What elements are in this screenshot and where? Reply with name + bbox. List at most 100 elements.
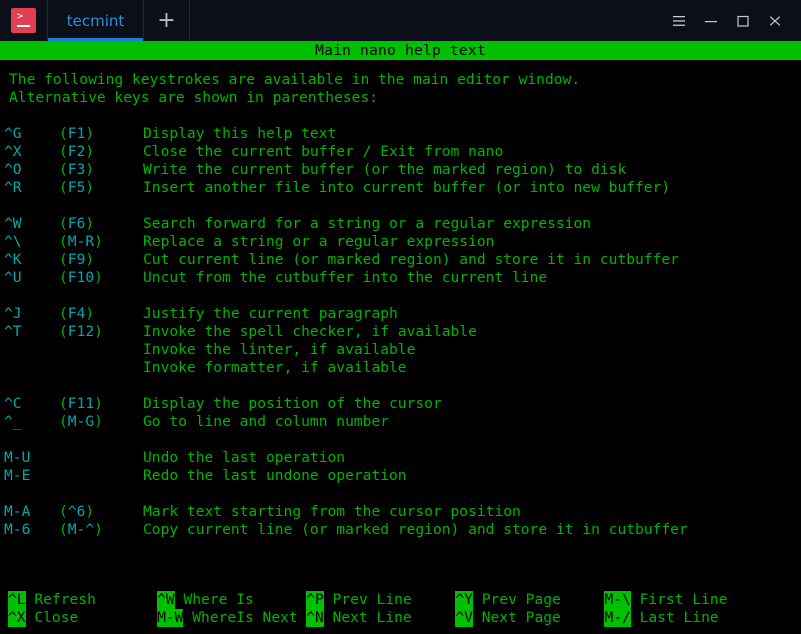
shortcut-item[interactable]: ^W Where Is xyxy=(157,591,254,609)
keystroke-alt-inner: F12 xyxy=(68,323,94,340)
keystroke-row: ^W(F6)Search forward for a string or a r… xyxy=(4,215,801,233)
keystroke-description: Display the position of the cursor xyxy=(143,395,442,413)
app-icon-cell: > xyxy=(0,0,48,41)
spacer xyxy=(4,431,801,449)
shortcut-label: First Line xyxy=(631,591,728,609)
keystroke-alt: (M-^) xyxy=(59,521,143,539)
keystroke-key: ^R xyxy=(4,179,59,197)
keystroke-row: ^_(M-G)Go to line and column number xyxy=(4,413,801,431)
keystroke-row: Invoke the linter, if available xyxy=(4,341,801,359)
keystroke-description: Invoke formatter, if available xyxy=(143,359,407,377)
spacer xyxy=(4,197,801,215)
shortcut-item[interactable]: M-W WhereIs Next xyxy=(157,609,298,627)
shortcut-item[interactable]: M-/ Last Line xyxy=(604,609,718,627)
keystroke-row: ^G(F1)Display this help text xyxy=(4,125,801,143)
menu-button[interactable] xyxy=(665,7,693,35)
keystroke-alt-inner: M-R xyxy=(68,233,94,250)
keystroke-alt-inner: M-^ xyxy=(68,521,94,538)
keystroke-key: ^\ xyxy=(4,233,59,251)
keystroke-alt-inner: F5 xyxy=(68,179,86,196)
keystroke-alt: (M-R) xyxy=(59,233,143,251)
shortcut-item[interactable]: ^Y Prev Page xyxy=(455,591,560,609)
shortcut-label: Prev Line xyxy=(324,591,412,609)
keystroke-description: Uncut from the cutbuffer into the curren… xyxy=(143,269,547,287)
keystroke-alt-inner: F2 xyxy=(68,143,86,160)
shortcut-item[interactable]: ^X Close xyxy=(8,609,78,627)
keystroke-alt: (F2) xyxy=(59,143,143,161)
shortcut-label: Where Is xyxy=(175,591,254,609)
keystroke-key: ^J xyxy=(4,305,59,323)
shortcut-item[interactable]: ^V Next Page xyxy=(455,609,560,627)
shortcut-label: Next Page xyxy=(473,609,561,627)
spacer xyxy=(4,107,801,125)
keystroke-description: Copy current line (or marked region) and… xyxy=(143,521,688,539)
shortcut-label: Refresh xyxy=(26,591,96,609)
titlebar-spacer xyxy=(190,0,665,41)
window-titlebar: > tecmint + xyxy=(0,0,801,41)
shortcut-key: ^N xyxy=(306,609,324,627)
shortcut-row: ^L Refresh ^W Where Is ^P Prev Line ^Y Prev… xyxy=(4,591,801,609)
keystroke-description: Go to line and column number xyxy=(143,413,389,431)
nano-title-bar: Main nano help text xyxy=(0,41,801,60)
keystroke-key: ^W xyxy=(4,215,59,233)
keystroke-key: ^K xyxy=(4,251,59,269)
spacer xyxy=(4,377,801,395)
keystroke-row: ^U(F10)Uncut from the cutbuffer into the… xyxy=(4,269,801,287)
keystroke-alt: (^6) xyxy=(59,503,143,521)
nano-shortcut-bar: ^L Refresh ^W Where Is ^P Prev Line ^Y Prev… xyxy=(0,591,801,634)
keystroke-alt: (F12) xyxy=(59,323,143,341)
keystroke-row: ^\(M-R)Replace a string or a regular exp… xyxy=(4,233,801,251)
keystroke-alt-inner: F1 xyxy=(68,125,86,142)
minimize-button[interactable] xyxy=(697,7,725,35)
shortcut-item[interactable]: M-\ First Line xyxy=(604,591,727,609)
keystroke-key: ^C xyxy=(4,395,59,413)
shortcut-key: M-\ xyxy=(604,591,630,609)
shortcut-key: M-/ xyxy=(604,609,630,627)
intro-line: The following keystrokes are available i… xyxy=(4,71,801,89)
shortcut-label: WhereIs Next xyxy=(183,609,297,627)
new-tab-button[interactable]: + xyxy=(144,0,190,41)
shortcut-key: ^V xyxy=(455,609,473,627)
spacer xyxy=(4,287,801,305)
keystroke-row: ^J(F4)Justify the current paragraph xyxy=(4,305,801,323)
tab-tecmint[interactable]: tecmint xyxy=(48,0,144,41)
keystroke-key: M-E xyxy=(4,467,59,485)
keystroke-description: Display this help text xyxy=(143,125,336,143)
keystroke-row: ^T(F12)Invoke the spell checker, if avai… xyxy=(4,323,801,341)
keystroke-description: Cut current line (or marked region) and … xyxy=(143,251,679,269)
maximize-button[interactable] xyxy=(729,7,757,35)
keystroke-groups: ^G(F1)Display this help text^X(F2)Close … xyxy=(4,125,801,539)
prompt-chevron-icon: > xyxy=(17,13,25,21)
keystroke-description: Search forward for a string or a regular… xyxy=(143,215,591,233)
keystroke-row: M-6(M-^)Copy current line (or marked reg… xyxy=(4,521,801,539)
shortcut-key: ^X xyxy=(8,609,26,627)
shortcut-label: Next Line xyxy=(324,609,412,627)
shortcut-item[interactable]: ^L Refresh xyxy=(8,591,96,609)
keystroke-key: ^O xyxy=(4,161,59,179)
keystroke-alt: (F11) xyxy=(59,395,143,413)
keystroke-description: Mark text starting from the cursor posit… xyxy=(143,503,521,521)
keystroke-alt: (F9) xyxy=(59,251,143,269)
intro-line: Alternative keys are shown in parenthese… xyxy=(4,89,801,107)
keystroke-alt-inner: F11 xyxy=(68,395,94,412)
keystroke-key: ^T xyxy=(4,323,59,341)
keystroke-alt-inner: F3 xyxy=(68,161,86,178)
terminal-window: > tecmint + xyxy=(0,0,801,634)
keystroke-row: ^O(F3)Write the current buffer (or the m… xyxy=(4,161,801,179)
keystroke-description: Undo the last operation xyxy=(143,449,345,467)
spacer xyxy=(4,485,801,503)
keystroke-row: M-ERedo the last undone operation xyxy=(4,467,801,485)
keystroke-row: ^X(F2)Close the current buffer / Exit fr… xyxy=(4,143,801,161)
keystroke-key: ^U xyxy=(4,269,59,287)
plus-icon: + xyxy=(157,8,175,33)
shortcut-key: M-W xyxy=(157,609,183,627)
close-button[interactable] xyxy=(761,7,789,35)
shortcut-label: Close xyxy=(26,609,79,627)
terminal-screen[interactable]: Main nano help text The following keystr… xyxy=(0,41,801,634)
keystroke-alt-inner: ^6 xyxy=(68,503,86,520)
keystroke-row: M-A(^6)Mark text starting from the curso… xyxy=(4,503,801,521)
shortcut-item[interactable]: ^N Next Line xyxy=(306,609,411,627)
shortcut-item[interactable]: ^P Prev Line xyxy=(306,591,411,609)
keystroke-description: Close the current buffer / Exit from nan… xyxy=(143,143,503,161)
keystroke-description: Write the current buffer (or the marked … xyxy=(143,161,626,179)
